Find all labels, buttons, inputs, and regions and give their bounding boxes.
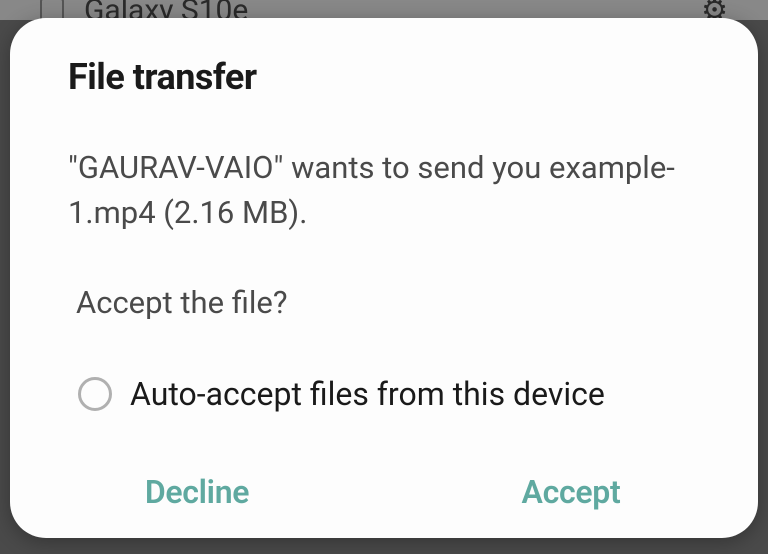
dialog-title: File transfer — [10, 56, 758, 98]
confirm-question: Accept the file? — [68, 284, 700, 321]
dialog-actions: Decline Accept — [10, 446, 758, 538]
auto-accept-option[interactable]: Auto-accept files from this device — [68, 375, 700, 413]
decline-button[interactable]: Decline — [10, 453, 384, 531]
dialog-body: "GAURAV-VAIO" wants to send you example-… — [10, 146, 758, 446]
auto-accept-label: Auto-accept files from this device — [130, 375, 605, 413]
transfer-message: "GAURAV-VAIO" wants to send you example-… — [68, 146, 700, 236]
radio-icon — [78, 377, 112, 411]
background-list-row: Galaxy S10e ⚙ — [0, 0, 768, 20]
accept-button[interactable]: Accept — [384, 453, 758, 531]
file-transfer-dialog: File transfer "GAURAV-VAIO" wants to sen… — [10, 18, 758, 538]
